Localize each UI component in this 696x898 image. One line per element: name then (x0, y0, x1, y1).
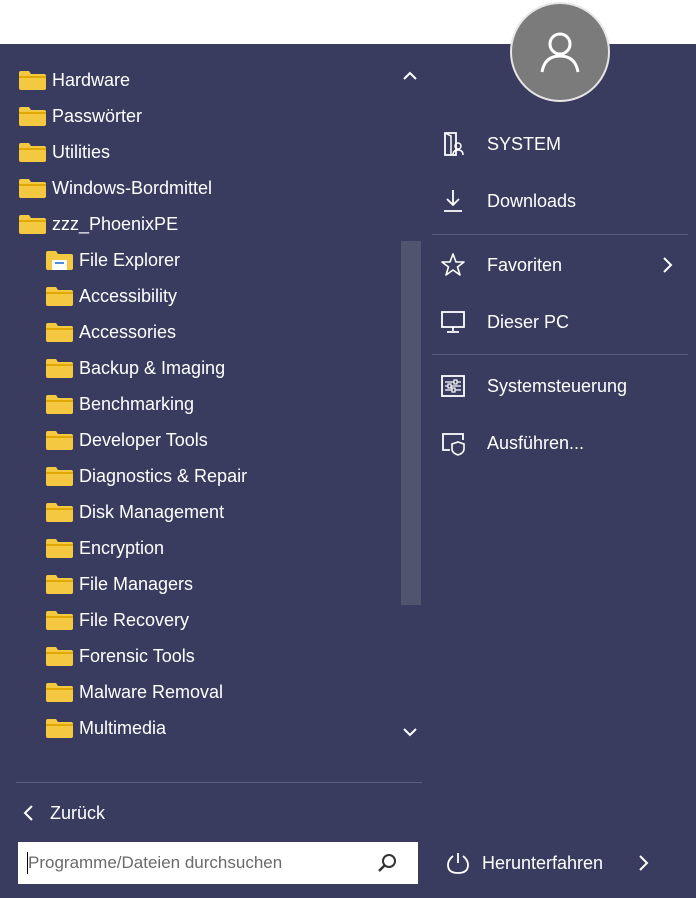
subfolder-label: Encryption (79, 537, 165, 558)
subfolder-item-accessibility[interactable]: Accessibility (46, 279, 177, 313)
chevron-right-icon[interactable] (660, 256, 674, 274)
subfolder-label: File Recovery (79, 609, 190, 630)
subfolder-item-developer-tools[interactable]: Developer Tools (46, 423, 208, 457)
subfolder-label: Backup & Imaging (79, 357, 226, 378)
right-item-label: SYSTEM (487, 133, 562, 154)
folder-icon (19, 178, 46, 198)
search-icon[interactable] (376, 852, 398, 874)
search-input[interactable] (28, 842, 358, 884)
scroll-down-button[interactable] (398, 720, 422, 744)
subfolder-label: Multimedia (79, 717, 167, 738)
right-item-label: Dieser PC (487, 311, 570, 332)
subfolder-item-accessories[interactable]: Accessories (46, 315, 176, 349)
divider (16, 782, 422, 783)
folder-icon (46, 322, 73, 342)
right-item-downloads[interactable]: Downloads (440, 181, 576, 221)
folder-icon (46, 286, 73, 306)
subfolder-item-file-recovery[interactable]: File Recovery (46, 603, 189, 637)
folder-item-utilities[interactable]: Utilities (19, 135, 110, 169)
subfolder-item-malware-removal[interactable]: Malware Removal (46, 675, 223, 709)
folder-icon (19, 70, 46, 90)
subfolder-item-file-explorer[interactable]: File Explorer (46, 243, 180, 277)
right-item-dieser-pc[interactable]: Dieser PC (440, 302, 569, 342)
right-item-label: Favoriten (487, 254, 563, 275)
subfolder-label: Accessibility (79, 285, 178, 306)
computer-icon (441, 311, 465, 333)
control-panel-icon (441, 375, 465, 397)
right-item-label: Downloads (487, 190, 577, 211)
folder-label: zzz_PhoenixPE (52, 213, 179, 234)
folder-icon (46, 502, 73, 522)
folder-icon (46, 430, 73, 450)
folder-icon (46, 610, 73, 630)
subfolder-item-diagnostics-repair[interactable]: Diagnostics & Repair (46, 459, 247, 493)
folder-icon (46, 394, 73, 414)
folder-icon (19, 106, 46, 126)
start-menu-panel: Hardware Passwörter Utilities Windows-Bo… (0, 44, 696, 898)
user-folder-icon (444, 132, 464, 156)
download-icon (444, 190, 462, 212)
power-button[interactable]: Herunterfahren (446, 842, 603, 884)
right-item-favoriten[interactable]: Favoriten (440, 245, 562, 285)
folder-item-windows-bordmittel[interactable]: Windows-Bordmittel (19, 171, 212, 205)
folder-icon (46, 646, 73, 666)
chevron-left-icon (23, 805, 33, 821)
scrollbar-thumb[interactable] (401, 241, 421, 605)
folder-open-icon (19, 214, 46, 234)
folder-label: Hardware (52, 69, 131, 90)
divider (432, 354, 688, 355)
subfolder-label: Developer Tools (79, 429, 208, 450)
user-avatar[interactable] (510, 2, 610, 102)
star-icon (441, 253, 465, 276)
file-explorer-icon (46, 250, 73, 270)
subfolder-label: Malware Removal (79, 681, 224, 702)
folder-item-passwoerter[interactable]: Passwörter (19, 99, 142, 133)
user-icon (540, 32, 580, 73)
right-item-system[interactable]: SYSTEM (440, 124, 561, 164)
scroll-up-button[interactable] (398, 64, 422, 88)
divider (432, 234, 688, 235)
folder-icon (46, 574, 73, 594)
back-label: Zurück (50, 802, 106, 823)
subfolder-label: File Explorer (79, 249, 181, 270)
right-item-label: Ausführen... (487, 432, 585, 453)
subfolder-item-file-managers[interactable]: File Managers (46, 567, 193, 601)
subfolder-item-forensic-tools[interactable]: Forensic Tools (46, 639, 195, 673)
right-item-systemsteuerung[interactable]: Systemsteuerung (440, 366, 627, 406)
subfolder-label: Disk Management (79, 501, 225, 522)
subfolder-label: Accessories (79, 321, 177, 342)
folder-icon (46, 718, 73, 738)
folder-label: Passwörter (52, 105, 143, 126)
chevron-down-icon (403, 728, 417, 737)
search-box[interactable] (18, 842, 418, 884)
subfolder-label: File Managers (79, 573, 194, 594)
folder-icon (19, 142, 46, 162)
run-icon (442, 433, 465, 456)
power-label: Herunterfahren (482, 852, 604, 873)
folder-icon (46, 466, 73, 486)
subfolder-label: Diagnostics & Repair (79, 465, 248, 486)
subfolder-item-benchmarking[interactable]: Benchmarking (46, 387, 194, 421)
subfolder-label: Benchmarking (79, 393, 195, 414)
subfolder-item-encryption[interactable]: Encryption (46, 531, 164, 565)
folder-icon (46, 358, 73, 378)
folder-label: Windows-Bordmittel (52, 177, 213, 198)
folder-item-hardware[interactable]: Hardware (19, 63, 130, 97)
folder-icon (46, 682, 73, 702)
folder-label: Utilities (52, 141, 111, 162)
back-button[interactable]: Zurück (22, 796, 105, 830)
subfolder-item-disk-management[interactable]: Disk Management (46, 495, 224, 529)
folder-item-zzz-phoenixpe[interactable]: zzz_PhoenixPE (19, 207, 178, 241)
right-item-label: Systemsteuerung (487, 375, 628, 396)
power-icon (447, 853, 469, 874)
folder-icon (46, 538, 73, 558)
chevron-up-icon (403, 71, 417, 80)
subfolder-item-multimedia[interactable]: Multimedia (46, 711, 166, 745)
subfolder-item-backup-imaging[interactable]: Backup & Imaging (46, 351, 225, 385)
right-item-ausfuehren[interactable]: Ausführen... (440, 423, 584, 463)
chevron-right-icon[interactable] (636, 854, 650, 872)
subfolder-label: Forensic Tools (79, 645, 195, 666)
